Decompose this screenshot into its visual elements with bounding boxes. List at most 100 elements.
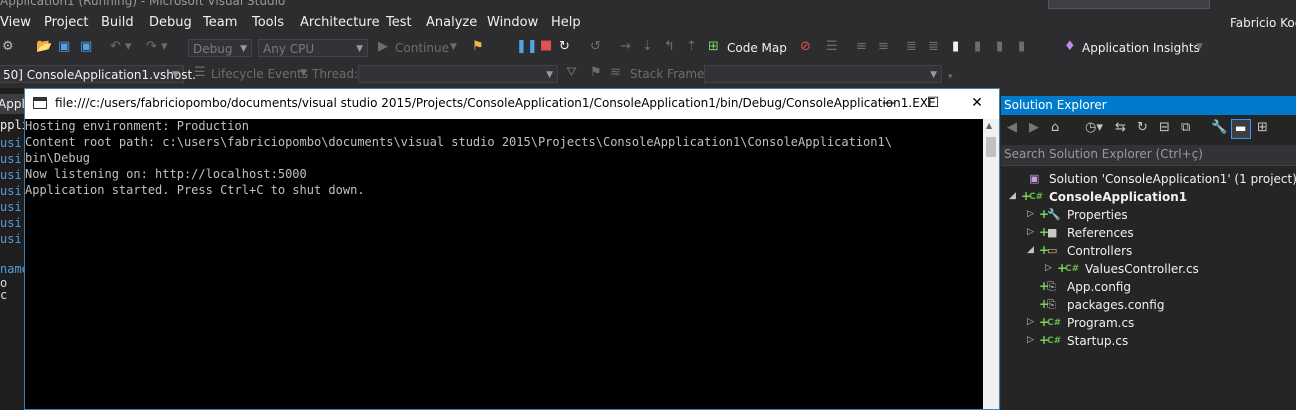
properties-wrench-icon[interactable]: 🔧 [1211,120,1227,135]
collapse-icon[interactable]: ◢ [1027,245,1034,255]
toolbar-overflow-icon[interactable]: ▾ [948,67,953,87]
preview-selected-button[interactable]: ▬ [1231,119,1251,139]
thread-label: Thread: [312,67,359,81]
comment-icon[interactable]: ☰ [826,37,838,57]
menu-project[interactable]: Project [44,15,88,30]
platform-select[interactable]: Any CPU ▼ [258,39,368,57]
tree-item[interactable]: + ⎘ App.config [1001,279,1296,297]
flag-icon[interactable]: ⚑ [590,63,602,83]
tree-item[interactable]: ▣ Solution 'ConsoleApplication1' (1 proje… [1001,171,1296,189]
back-icon[interactable]: ◀ [1007,120,1017,135]
expand-icon[interactable]: ▷ [1045,263,1052,273]
stop-icon[interactable]: ■ [540,36,552,56]
restart-icon[interactable]: ↻ [559,37,570,57]
menu-architecture[interactable]: Architecture [300,15,380,30]
code-map-button[interactable]: Code Map [727,38,787,58]
step-over-icon[interactable]: ⇣ [642,37,653,57]
next-bookmark-icon[interactable]: ▮ [996,37,1003,57]
code-editor[interactable]: pplicausiusiusiusiusiusiusiname o c [0,88,24,410]
tree-item[interactable]: ▷ + 🔧 Properties [1001,207,1296,225]
scroll-up-icon[interactable]: ▲ [986,121,992,130]
expand-icon[interactable]: ▷ [1027,227,1034,237]
attach-icon[interactable]: ⚑ [472,37,484,57]
step-into-icon[interactable]: → [620,37,631,57]
solution-explorer-header[interactable]: Solution Explorer [1001,96,1296,115]
configuration-select[interactable]: Debug ▼ [188,39,252,57]
console-scrollbar[interactable]: ▲ [983,119,999,409]
tree-item[interactable]: ▷ + C# Startup.cs [1001,333,1296,351]
application-insights-button[interactable]: Application Insights [1082,38,1200,58]
sync-icon[interactable]: ⇆ [1115,120,1126,135]
menu-debug[interactable]: Debug [149,15,192,30]
threads-icon[interactable]: ≋ [610,63,621,83]
process-select[interactable]: 50] ConsoleApplication1.vshost. ▼ [0,65,196,83]
console-window[interactable]: file:///c:/users/fabriciopombo/documents… [24,88,1000,410]
user-name[interactable]: Fabricio Koch [1230,16,1296,30]
refresh-icon[interactable]: ↻ [1137,120,1148,135]
maximize-button[interactable]: ☐ [911,89,955,119]
tree-item[interactable]: + ⎘ packages.config [1001,297,1296,315]
clear-bookmarks-icon[interactable]: ▮ [1018,37,1025,57]
expand-icon[interactable]: ▷ [1027,317,1034,327]
close-button[interactable]: ✕ [955,89,999,119]
code-map-icon[interactable]: ⊞ [708,37,719,57]
history-icon[interactable]: ◷▾ [1085,120,1103,135]
collapse-icon[interactable]: ◢ [1009,191,1016,201]
open-folder-icon[interactable]: 📂 [36,37,52,57]
filter-icon[interactable]: ⛛ [566,63,577,83]
menu-team[interactable]: Team [203,15,237,30]
gear-icon[interactable]: ⚙ [2,37,14,57]
tree-item[interactable]: ◢ + ▭ Controllers [1001,243,1296,261]
expand-icon[interactable]: ▷ [1027,209,1034,219]
lifecycle-icon[interactable]: ☰ [194,63,206,83]
chevron-down-icon[interactable]: ▼ [300,63,307,83]
tree-item[interactable]: ◢ + C# ConsoleApplication1 [1001,189,1296,207]
home-icon[interactable]: ⌂ [1051,120,1059,135]
breakpoint-disable-icon[interactable]: ⊘ [800,37,811,57]
thread-select[interactable]: ▼ [358,65,558,83]
save-all-icon[interactable]: ▣ [80,37,92,57]
class-view-icon[interactable]: ⊞ [1257,120,1268,135]
step-out-icon[interactable]: ↰ [664,37,675,57]
align-icon[interactable]: ≡ [878,37,889,57]
menu-build[interactable]: Build [101,15,134,30]
menu-window[interactable]: Window [487,15,538,30]
menu-analyze[interactable]: Analyze [426,15,477,30]
continue-button[interactable]: Continue [395,38,449,58]
chevron-down-icon[interactable]: ▼ [1196,37,1203,57]
menu-help[interactable]: Help [551,15,581,30]
stack-frame-select[interactable]: ▼ [704,65,942,83]
undo-icon[interactable]: ↶ ▾ [110,37,132,57]
console-title-bar[interactable]: file:///c:/users/fabriciopombo/documents… [25,89,999,119]
show-next-statement-icon[interactable]: ↺ [590,37,601,57]
redo-icon[interactable]: ↷ ▾ [146,37,168,57]
play-icon[interactable]: ▶ [378,37,388,57]
bookmark-icon[interactable]: ▮ [952,37,959,57]
menu-tools[interactable]: Tools [252,15,284,30]
tree-item[interactable]: ▷ + C# ValuesController.cs [1001,261,1296,279]
code-line: usi [0,152,22,166]
tree-item[interactable]: ▷ + C# Program.cs [1001,315,1296,333]
pause-icon[interactable]: ❚❚ [516,37,538,57]
indent-icon[interactable]: ≣ [906,37,917,57]
minimize-button[interactable]: — [867,89,911,119]
step-back-icon[interactable]: ⇡ [686,37,697,57]
collapse-all-icon[interactable]: ⊟ [1159,120,1170,135]
expand-icon[interactable]: ▷ [1027,335,1034,345]
tree-item[interactable]: ▷ + ■ References [1001,225,1296,243]
chevron-down-icon[interactable]: ▼ [450,37,457,57]
scrollbar-thumb[interactable] [986,137,996,157]
menu-test[interactable]: Test [386,15,412,30]
align-icon[interactable]: ≡ [856,37,867,57]
editor-tab[interactable]: Applic [0,94,24,114]
quick-launch-input[interactable] [1048,0,1210,9]
lightbulb-icon[interactable]: ♦ [1064,37,1076,57]
lifecycle-events-button[interactable]: Lifecycle Events [211,64,308,84]
save-icon[interactable]: ▣ [58,37,70,57]
outdent-icon[interactable]: ≣ [928,37,939,57]
forward-icon[interactable]: ▶ [1029,120,1039,135]
menu-view[interactable]: View [0,15,31,30]
show-all-files-icon[interactable]: ⧉ [1181,120,1190,135]
solution-search-input[interactable]: Search Solution Explorer (Ctrl+ç) [1001,145,1296,166]
prev-bookmark-icon[interactable]: ▮ [974,37,981,57]
